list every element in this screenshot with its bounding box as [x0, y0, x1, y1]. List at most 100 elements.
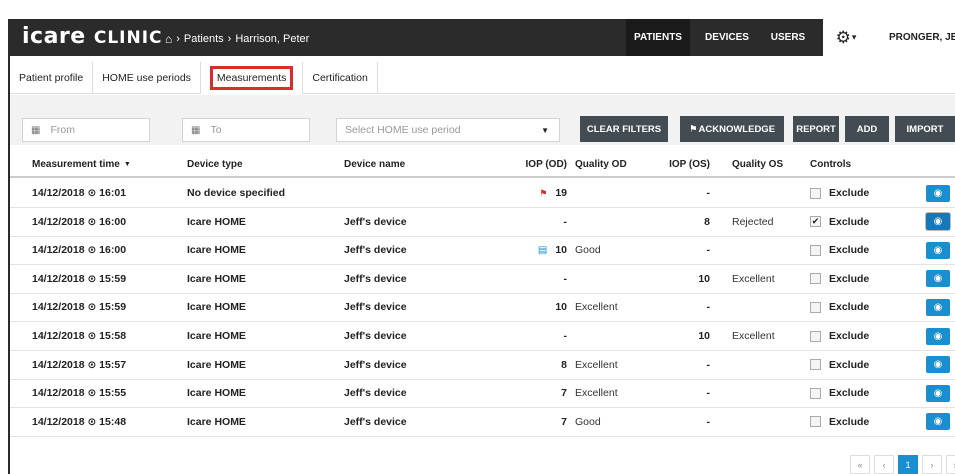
pagination-last[interactable]: » — [946, 455, 955, 474]
pagination-first[interactable]: « — [850, 455, 870, 474]
iop-od-value: 10 — [555, 301, 567, 314]
exclude-control[interactable]: Exclude — [810, 322, 869, 350]
iop-os-value: - — [706, 358, 711, 371]
app-logo[interactable]: icare CLINIC — [22, 23, 163, 52]
view-button[interactable]: ◉ — [926, 184, 950, 202]
calendar-icon: ▦ — [191, 124, 201, 136]
view-button[interactable]: ◉ — [926, 213, 950, 231]
exclude-label: Exclude — [829, 415, 870, 428]
exclude-control[interactable]: Exclude — [810, 236, 869, 264]
measurement-time: 14/12/2018 ⊙ 15:57 — [32, 358, 127, 371]
header-quality-od: Quality OD — [575, 158, 627, 170]
flag-icon[interactable]: ⚑ — [539, 188, 547, 199]
table-row[interactable]: 14/12/2018 ⊙ 15:48 Icare HOME Jeff's devic… — [10, 408, 955, 437]
view-button[interactable]: ◉ — [926, 413, 950, 431]
view-cell: ◉ — [926, 351, 950, 379]
pagination-prev[interactable]: ‹ — [874, 455, 894, 474]
exclude-control[interactable]: Exclude — [810, 379, 869, 407]
exclude-control[interactable]: Exclude — [810, 351, 869, 379]
exclude-checkbox[interactable] — [810, 301, 821, 313]
header-label: Measurement time — [32, 158, 120, 170]
view-button[interactable]: ◉ — [926, 327, 950, 345]
tab-home-use-periods[interactable]: HOME use periods — [93, 62, 201, 94]
eye-icon: ◉ — [933, 187, 943, 199]
tab-patient-profile[interactable]: Patient profile — [10, 62, 94, 94]
table-row[interactable]: 14/12/2018 ⊙ 15:57 Icare HOME Jeff's devic… — [10, 351, 955, 380]
nav-users[interactable]: USERS — [763, 19, 813, 56]
exclude-checkbox[interactable] — [810, 244, 821, 256]
exclude-control[interactable]: Exclude — [810, 408, 869, 436]
note-icon[interactable]: ▤ — [538, 245, 547, 256]
view-button[interactable]: ◉ — [926, 241, 950, 259]
view-button[interactable]: ◉ — [926, 356, 950, 374]
nav-devices[interactable]: DEVICES — [696, 19, 758, 56]
report-button[interactable]: REPORT — [793, 116, 839, 142]
measurement-time: 14/12/2018 ⊙ 15:55 — [32, 387, 127, 400]
table-row[interactable]: 14/12/2018 ⊙ 15:58 Icare HOME Jeff's devic… — [10, 322, 955, 351]
to-date-input[interactable]: ▦ To — [182, 118, 310, 142]
iop-os-value: 8 — [704, 215, 710, 228]
caret-down-icon: ▼ — [541, 125, 549, 135]
table-row[interactable]: 14/12/2018 ⊙ 16:00 Icare HOME Jeff's devic… — [10, 236, 955, 266]
table-row[interactable]: 14/12/2018 ⊙ 16:00 Icare HOME Jeff's devic… — [10, 208, 955, 237]
clear-filters-button[interactable]: CLEAR FILTERS — [580, 116, 668, 142]
from-date-input[interactable]: ▦ From — [22, 118, 150, 142]
nav-patients[interactable]: PATIENTS — [626, 19, 690, 56]
breadcrumb-separator: › — [176, 33, 180, 45]
table-row[interactable]: 14/12/2018 ⊙ 15:59 Icare HOME Jeff's devic… — [10, 265, 955, 294]
tab-label: Certification — [312, 72, 368, 84]
tab-measurements[interactable]: Measurements — [200, 62, 304, 94]
exclude-label: Exclude — [829, 272, 870, 285]
pagination-page-current[interactable]: 1 — [898, 455, 918, 474]
quality-od: Excellent — [575, 301, 618, 314]
import-button[interactable]: IMPORT — [895, 116, 955, 142]
eye-icon: ◉ — [933, 301, 943, 313]
home-use-period-select[interactable]: Select HOME use period ▼ — [336, 118, 560, 142]
measurement-time: 14/12/2018 ⊙ 15:59 — [32, 301, 127, 314]
exclude-checkbox[interactable] — [810, 330, 821, 342]
from-placeholder: From — [50, 124, 75, 136]
view-cell: ◉ — [926, 379, 950, 407]
exclude-label: Exclude — [829, 358, 870, 371]
exclude-checkbox[interactable] — [810, 359, 821, 371]
eye-icon: ◉ — [933, 244, 943, 256]
acknowledge-button[interactable]: ⚑ ACKNOWLEDGE — [680, 116, 784, 142]
view-button[interactable]: ◉ — [926, 384, 950, 402]
device-type: Icare HOME — [187, 330, 246, 342]
exclude-checkbox[interactable] — [810, 187, 821, 199]
exclude-control[interactable]: Exclude — [810, 265, 869, 293]
view-button[interactable]: ◉ — [926, 270, 950, 288]
exclude-label: Exclude — [829, 187, 870, 199]
view-button[interactable]: ◉ — [926, 298, 950, 316]
exclude-checkbox[interactable] — [810, 273, 821, 285]
table-row[interactable]: 14/12/2018 ⊙ 15:55 Icare HOME Jeff's devic… — [10, 379, 955, 409]
add-button[interactable]: ADD — [845, 116, 889, 142]
iop-os-value: - — [706, 415, 711, 428]
measurement-time: 14/12/2018 ⊙ 15:58 — [32, 330, 127, 342]
exclude-checkbox[interactable] — [810, 416, 821, 428]
table-row[interactable]: 14/12/2018 ⊙ 16:01 No device specified ⚑ 19… — [10, 179, 955, 208]
settings-menu-button[interactable]: ⚙ ▾ — [823, 19, 869, 56]
header-controls: Controls — [810, 158, 852, 170]
measurement-time: 14/12/2018 ⊙ 15:48 — [32, 415, 127, 428]
exclude-checkbox[interactable] — [810, 387, 821, 399]
header-measurement-time[interactable]: Measurement time ▼ — [32, 152, 131, 176]
iop-od-cell: - — [564, 265, 568, 293]
breadcrumb-separator: › — [227, 33, 232, 45]
pagination-next[interactable]: › — [922, 455, 942, 474]
tab-certification[interactable]: Certification — [303, 62, 378, 94]
header-quality-os: Quality OS — [732, 158, 784, 170]
exclude-control[interactable]: ✔ Exclude — [810, 208, 869, 236]
table-row[interactable]: 14/12/2018 ⊙ 15:59 Icare HOME Jeff's devic… — [10, 293, 955, 323]
exclude-control[interactable]: Exclude — [810, 293, 869, 321]
breadcrumb-patients[interactable]: Patients — [184, 33, 224, 45]
user-menu[interactable]: PRONGER, JEFF — [869, 19, 955, 56]
header-iop-os: IOP (OS) — [669, 158, 710, 170]
device-type: No device specified — [187, 187, 286, 199]
home-icon[interactable]: ⌂ — [165, 32, 172, 46]
device-type: Icare HOME — [187, 358, 246, 371]
exclude-control[interactable]: Exclude — [810, 179, 869, 207]
device-type: Icare HOME — [187, 301, 246, 314]
header-device-type: Device type — [187, 158, 243, 170]
exclude-checkbox[interactable]: ✔ — [810, 216, 821, 228]
